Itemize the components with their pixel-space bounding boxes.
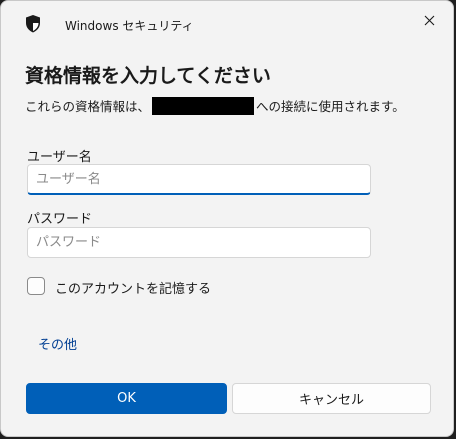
redacted-server-name: [152, 96, 255, 115]
window-title: Windows セキュリティ: [65, 19, 194, 33]
username-label: ユーザー名: [27, 150, 92, 165]
cancel-button[interactable]: キャンセル: [232, 383, 431, 414]
title-bar: Windows セキュリティ: [1, 1, 453, 37]
remember-checkbox[interactable]: [27, 277, 45, 295]
credential-dialog: Windows セキュリティ 資格情報を入力してください これらの資格情報は、 …: [0, 0, 454, 437]
more-options-link[interactable]: その他: [38, 334, 77, 353]
password-label: パスワード: [27, 212, 93, 227]
description-suffix: への接続に使用されます。: [256, 99, 405, 114]
dialog-description: これらの資格情報は、 への接続に使用されます。: [25, 96, 405, 115]
remember-label[interactable]: このアカウントを記憶する: [55, 278, 211, 297]
close-button[interactable]: [419, 10, 439, 30]
dialog-heading: 資格情報を入力してください: [25, 65, 271, 87]
password-input[interactable]: [27, 227, 371, 258]
close-icon: [424, 11, 435, 30]
username-input[interactable]: [27, 164, 371, 195]
shield-icon: [25, 15, 41, 33]
ok-button[interactable]: OK: [26, 383, 227, 414]
description-prefix: これらの資格情報は、: [25, 99, 151, 114]
